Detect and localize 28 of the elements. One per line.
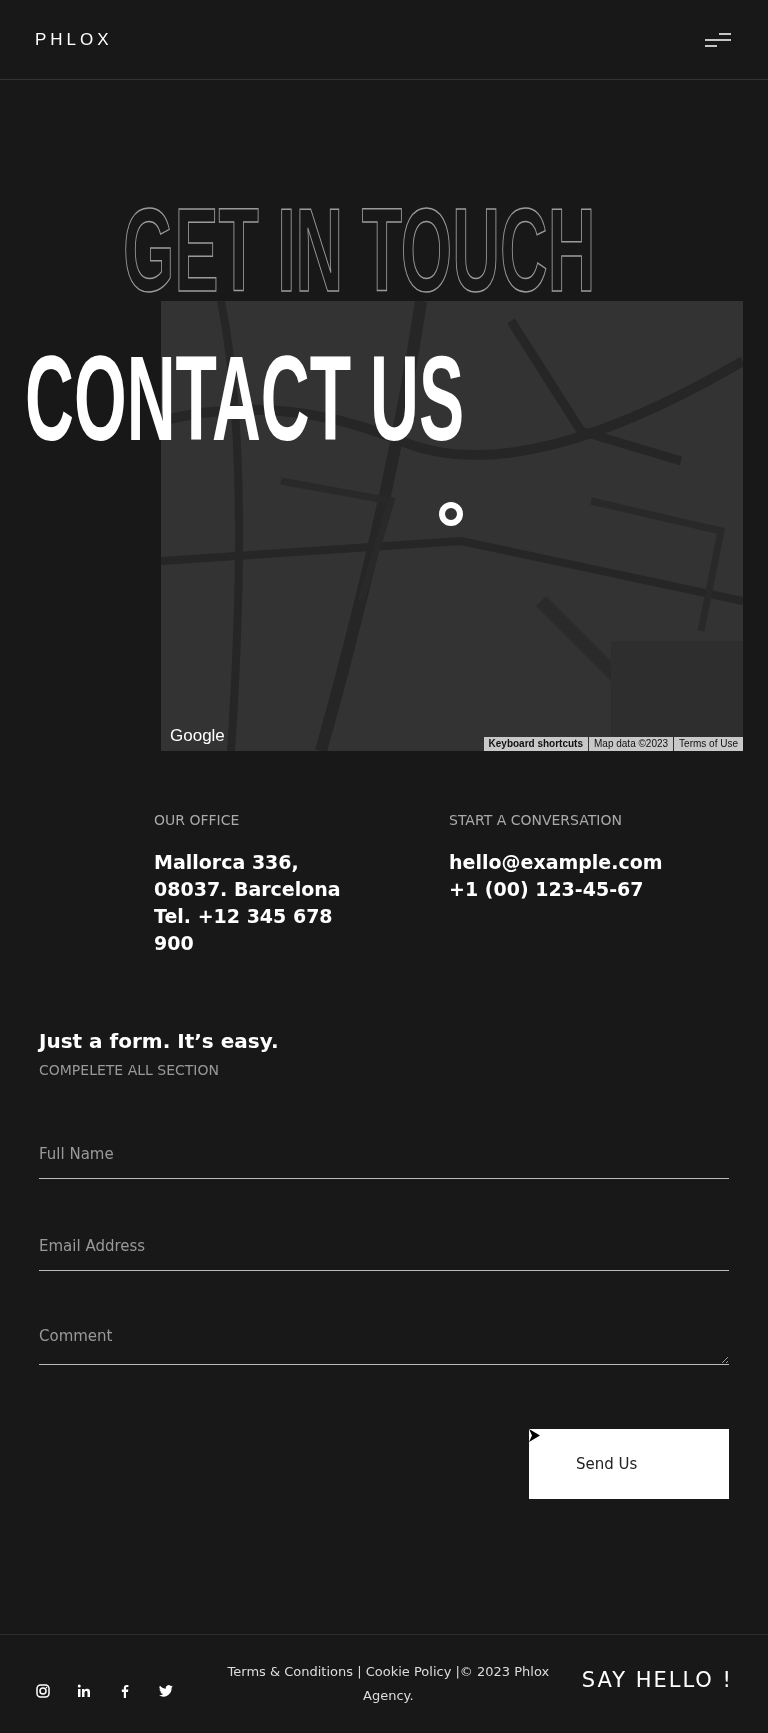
linkedin-icon[interactable] <box>76 1683 92 1699</box>
send-button[interactable]: Send Us <box>529 1429 729 1499</box>
contact-line: +1 (00) 123-45-67 <box>449 877 645 902</box>
map-attribution-link[interactable]: Map data ©2023 <box>589 737 674 751</box>
page-title: CONTACT US <box>25 338 465 459</box>
input-field[interactable]: Full Name <box>39 1129 729 1179</box>
form-subtitle: COMPELETE ALL SECTION <box>39 1061 220 1080</box>
contact-label: OUR OFFICE <box>154 811 241 830</box>
map-attribution-link[interactable]: Terms of Use <box>674 737 743 751</box>
contact-label: START A CONVERSATION <box>449 811 623 830</box>
cursor-icon <box>529 1429 540 1442</box>
twitter-icon[interactable] <box>158 1683 174 1699</box>
contact-line: 900 <box>154 931 195 956</box>
contact-line: Mallorca 336, <box>154 850 300 875</box>
logo[interactable]: PHLOX <box>35 26 113 53</box>
say-hello-link[interactable]: SAY HELLO ! <box>581 1665 733 1697</box>
map-attribution-link[interactable]: Keyboard shortcuts <box>483 737 588 751</box>
footer-legal-text: Terms & Conditions | Cookie Policy |© 2023 Phlox Agency. <box>226 1663 551 1705</box>
map-logo: Google <box>170 724 225 747</box>
outline-title: GET IN TOUCH <box>123 191 596 309</box>
input-field[interactable]: Email Address <box>39 1221 729 1271</box>
contact-line: 08037. Barcelona <box>154 877 342 902</box>
menu-icon[interactable] <box>703 31 733 48</box>
instagram-icon[interactable] <box>35 1683 51 1699</box>
comment-field[interactable]: Comment <box>39 1313 729 1365</box>
form-title: Just a form. It’s easy. <box>39 1028 280 1055</box>
contact-line: hello@example.com <box>449 850 664 875</box>
contact-line: Tel. +12 345 678 <box>154 904 334 929</box>
